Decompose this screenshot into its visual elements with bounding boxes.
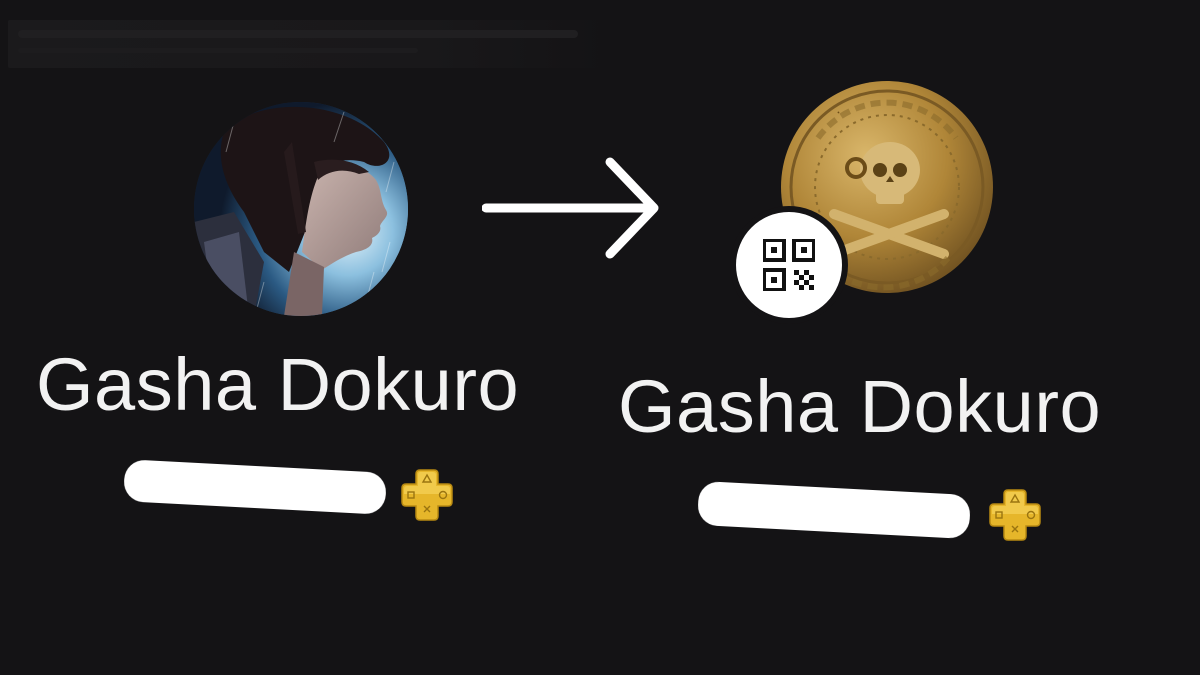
- qr-code-badge-background: [736, 212, 842, 318]
- display-name-before: Gasha Dokuro: [36, 343, 520, 426]
- blurred-header-subtext: [18, 48, 418, 53]
- qr-code-badge[interactable]: [730, 206, 848, 324]
- qr-code-icon: [763, 239, 815, 291]
- online-id-redacted-after: [697, 480, 971, 540]
- arrow-right-icon: [482, 157, 659, 259]
- playstation-plus-icon: [401, 469, 453, 521]
- profile-comparison: Gasha Dokuro · Gasha Dokuro: [0, 0, 1200, 675]
- display-name-after: Gasha Dokuro: [618, 365, 1102, 448]
- avatar-before[interactable]: [194, 102, 408, 316]
- online-id-redacted-before: [123, 459, 387, 515]
- blurred-header-text: [18, 30, 578, 38]
- playstation-plus-icon: [989, 489, 1041, 541]
- avatar-before-image: [194, 102, 408, 316]
- blurred-header: [8, 20, 608, 68]
